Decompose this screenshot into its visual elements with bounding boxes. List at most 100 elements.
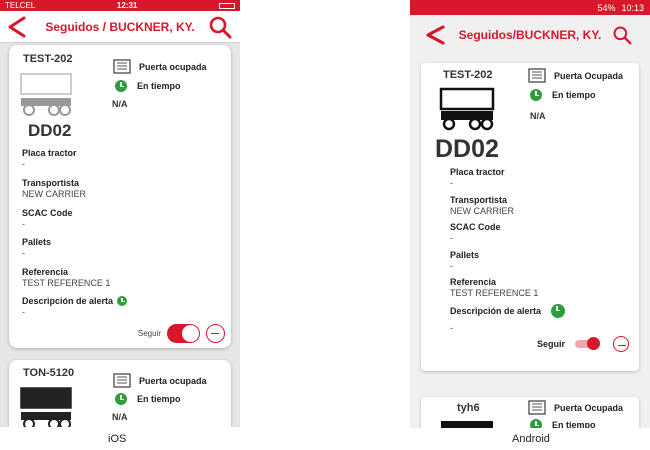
field-descripcion-alerta: Descripción de alerta -: [450, 304, 566, 333]
unit-id: TEST-202: [23, 53, 73, 65]
field-value: -: [22, 248, 25, 258]
door-status: Puerta Ocupada: [528, 400, 623, 415]
field-value: NEW CARRIER: [22, 189, 87, 199]
ios-header: Seguidos / BUCKNER, KY.: [0, 11, 240, 43]
status-time: 10:13: [621, 2, 644, 13]
field-value: -: [450, 233, 453, 243]
field-referencia: Referencia TEST REFERENCE 1: [22, 267, 110, 288]
field-scac-code: SCAC Code -: [22, 208, 73, 229]
android-header: Seguidos/BUCKNER, KY.: [410, 15, 650, 55]
unit-card[interactable]: TEST-202 DD02 Puerta Ocupada En tiempo N…: [421, 63, 639, 371]
unit-card[interactable]: TEST-202 DD02 Puerta ocupada En tiempo N…: [9, 45, 231, 348]
comparison-screenshot: TELCEL 12:31 Seguidos / BUCKNER, KY. TES…: [0, 0, 650, 450]
minus-circle-icon[interactable]: [613, 336, 629, 352]
page-title: Seguidos / BUCKNER, KY.: [45, 19, 195, 34]
field-label: Descripción de alerta: [450, 304, 566, 318]
na-label: N/A: [112, 99, 128, 109]
back-chevron-icon[interactable]: [6, 15, 28, 39]
follow-toggle[interactable]: [167, 324, 200, 343]
minus-circle-icon[interactable]: [206, 324, 225, 343]
time-status-label: En tiempo: [137, 81, 181, 91]
field-value: -: [450, 323, 453, 333]
field-label: Transportista: [450, 195, 508, 205]
field-label: Transportista: [22, 178, 80, 188]
field-value: -: [22, 219, 25, 229]
follow-toggle[interactable]: [575, 337, 600, 350]
field-value: -: [22, 159, 25, 169]
time-status: En tiempo: [115, 80, 181, 92]
carrier-label: TELCEL: [5, 1, 36, 10]
status-time: 12:31: [116, 1, 138, 10]
clock-icon: [117, 296, 128, 306]
unit-id: TON-5120: [23, 367, 75, 379]
field-label: Pallets: [450, 250, 480, 260]
back-chevron-icon[interactable]: [424, 23, 446, 47]
field-referencia: Referencia TEST REFERENCE 1: [450, 277, 538, 298]
field-label: SCAC Code: [22, 208, 73, 218]
door-status-label: Puerta ocupada: [139, 61, 207, 72]
unit-id: tyh6: [457, 402, 480, 414]
clock-icon: [551, 304, 566, 318]
field-value: TEST REFERENCE 1: [450, 288, 539, 298]
door-status: Puerta ocupada: [113, 373, 207, 388]
unit-card[interactable]: TON-5120 Puerta ocupada En tiempo N/A: [9, 360, 231, 427]
ios-caption: iOS: [108, 433, 127, 445]
ios-screen: TELCEL 12:31 Seguidos / BUCKNER, KY. TES…: [0, 0, 240, 427]
android-screen: 54% 10:13 Seguidos/BUCKNER, KY. TEST-202: [410, 0, 650, 428]
field-value: -: [450, 178, 453, 188]
field-transportista: Transportista NEW CARRIER: [450, 195, 514, 216]
door-icon: [528, 68, 546, 83]
time-status-label: En tiempo: [137, 394, 181, 404]
field-label: Pallets: [22, 237, 52, 247]
ios-status-bar: TELCEL 12:31: [0, 0, 240, 11]
dock-door: DD02: [28, 121, 72, 140]
time-status-label: En tiempo: [552, 420, 596, 428]
follow-row: Seguir: [138, 324, 225, 343]
follow-label: Seguir: [536, 339, 565, 349]
field-value: -: [450, 261, 453, 271]
field-label: Descripción de alerta: [22, 296, 128, 306]
trailer-icon: [439, 87, 495, 131]
search-icon[interactable]: [208, 15, 232, 39]
follow-row: Seguir: [537, 336, 629, 352]
field-placa-tractor: Placa tractor -: [22, 148, 77, 169]
time-status: En tiempo: [530, 89, 596, 101]
trailer-icon: [441, 421, 493, 428]
field-label: SCAC Code: [450, 222, 501, 232]
field-label: Referencia: [450, 277, 497, 287]
android-status-bar: 54% 10:13: [410, 0, 650, 15]
field-pallets: Pallets -: [450, 250, 479, 271]
android-caption: Android: [512, 433, 550, 445]
door-status-label: Puerta Ocupada: [554, 402, 624, 413]
search-icon[interactable]: [612, 25, 632, 45]
follow-label: Seguir: [137, 329, 161, 338]
field-value: NEW CARRIER: [450, 206, 515, 216]
unit-card[interactable]: tyh6 Puerta Ocupada En tiempo: [421, 397, 639, 428]
battery-icon: [218, 2, 235, 9]
door-icon: [528, 400, 546, 415]
time-status-label: En tiempo: [552, 90, 596, 100]
field-label-text: Descripción de alerta: [450, 306, 542, 316]
door-status: Puerta Ocupada: [528, 68, 623, 83]
field-label: Referencia: [22, 267, 69, 277]
clock-icon: [115, 393, 127, 405]
dock-door: DD02: [435, 135, 499, 163]
na-label: N/A: [112, 412, 128, 422]
field-label: Placa tractor: [22, 148, 77, 158]
trailer-icon: [20, 73, 72, 116]
field-transportista: Transportista NEW CARRIER: [22, 178, 86, 199]
clock-icon: [530, 89, 542, 101]
door-status: Puerta ocupada: [113, 59, 207, 74]
door-icon: [113, 59, 131, 74]
door-icon: [113, 373, 131, 388]
field-placa-tractor: Placa tractor -: [450, 167, 505, 188]
field-label: Placa tractor: [450, 167, 505, 177]
unit-id: TEST-202: [443, 69, 493, 81]
field-scac-code: SCAC Code -: [450, 222, 501, 243]
time-status: En tiempo: [115, 393, 181, 405]
battery-percent: 54%: [597, 2, 616, 13]
field-value: TEST REFERENCE 1: [22, 278, 111, 288]
field-descripcion-alerta: Descripción de alerta -: [22, 296, 128, 317]
door-status-label: Puerta Ocupada: [554, 70, 624, 81]
field-value: -: [22, 307, 25, 317]
